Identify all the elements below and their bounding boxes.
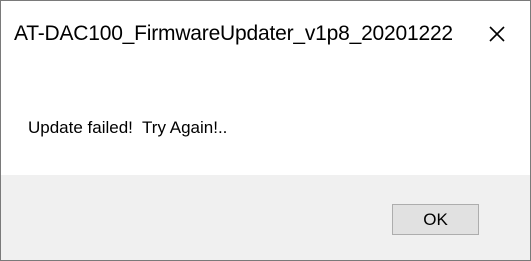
close-button[interactable] xyxy=(464,1,530,67)
dialog-footer: OK xyxy=(1,175,530,260)
dialog-content: Update failed! Try Again!.. xyxy=(1,67,530,175)
message-dialog: AT-DAC100_FirmwareUpdater_v1p8_20201222 … xyxy=(0,0,531,261)
title-bar: AT-DAC100_FirmwareUpdater_v1p8_20201222 xyxy=(1,1,530,67)
error-message: Update failed! Try Again!.. xyxy=(28,118,228,137)
window-title: AT-DAC100_FirmwareUpdater_v1p8_20201222 xyxy=(14,22,453,45)
ok-button[interactable]: OK xyxy=(392,204,479,235)
close-icon xyxy=(489,26,505,42)
